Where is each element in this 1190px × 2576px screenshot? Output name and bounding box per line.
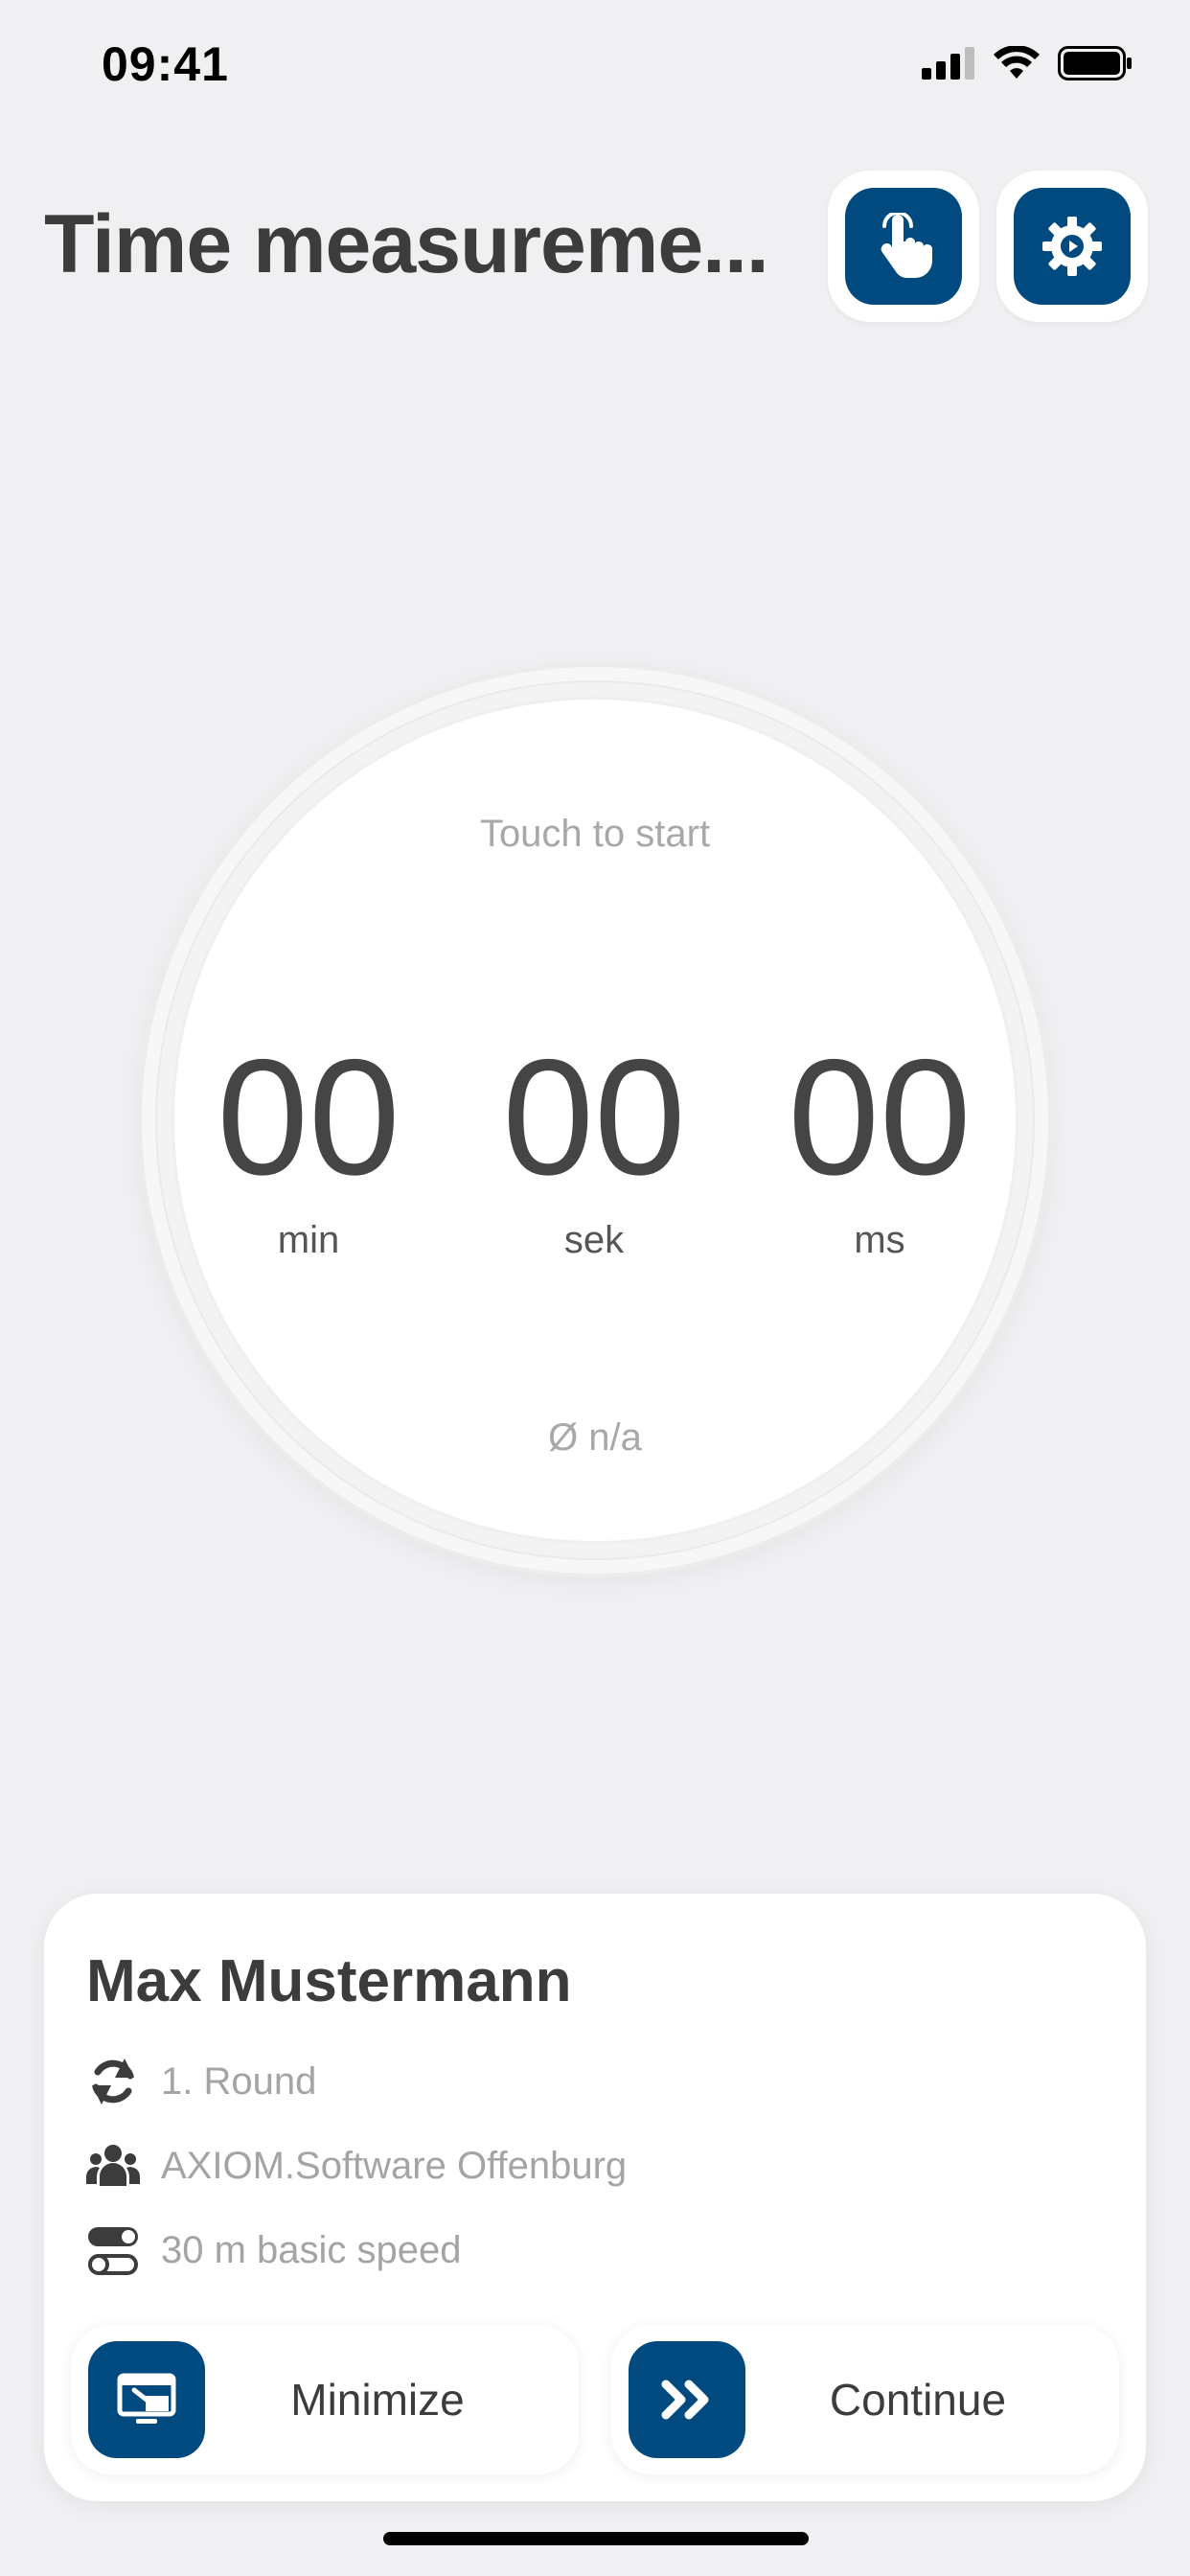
- time-measurement-screen: 09:41 Time measureme... Touch to start 0…: [0, 0, 1190, 2576]
- settings-button[interactable]: [996, 171, 1148, 322]
- minimize-label: Minimize: [290, 2375, 465, 2425]
- toggles-icon: [86, 2223, 140, 2277]
- discipline-row: 30 m basic speed: [86, 2223, 462, 2277]
- continue-button[interactable]: Continue: [611, 2325, 1119, 2474]
- average-time: Ø n/a: [548, 1416, 642, 1459]
- battery-icon: [1058, 46, 1132, 80]
- sync-icon: [86, 2055, 140, 2108]
- status-time: 09:41: [102, 37, 229, 91]
- touch-to-start-hint: Touch to start: [479, 813, 711, 855]
- touch-mode-button[interactable]: [828, 171, 979, 322]
- cellular-signal-icon: [922, 47, 974, 80]
- discipline-label: 30 m basic speed: [161, 2228, 462, 2271]
- page-title: Time measureme...: [44, 198, 769, 290]
- team-label: AXIOM.Software Offenburg: [161, 2144, 628, 2187]
- team-row: AXIOM.Software Offenburg: [86, 2139, 627, 2193]
- status-icons: [922, 46, 1133, 80]
- timer-milliseconds: 00: [788, 1025, 972, 1209]
- unit-sek-label: sek: [563, 1219, 625, 1261]
- minimize-window-icon: [117, 2373, 176, 2424]
- hand-pointer-icon: [881, 213, 932, 278]
- users-icon: [86, 2139, 140, 2193]
- home-indicator[interactable]: [383, 2532, 809, 2545]
- athlete-card: Max Mustermann 1. Round AXIOM.Software O…: [44, 1894, 1146, 2501]
- athlete-name: Max Mustermann: [86, 1948, 572, 2014]
- gear-icon: [1042, 217, 1102, 276]
- double-chevron-right-icon: [661, 2380, 709, 2420]
- timer-minutes: 00: [217, 1025, 400, 1209]
- timer-seconds: 00: [502, 1025, 686, 1209]
- unit-min-label: min: [277, 1219, 340, 1261]
- minimize-button[interactable]: Minimize: [71, 2325, 579, 2474]
- continue-label: Continue: [829, 2375, 1007, 2425]
- status-bar: 09:41: [0, 0, 1190, 125]
- wifi-icon: [994, 46, 1040, 79]
- round-label: 1. Round: [161, 2059, 317, 2103]
- unit-ms-label: ms: [854, 1219, 905, 1261]
- round-row: 1. Round: [86, 2055, 316, 2108]
